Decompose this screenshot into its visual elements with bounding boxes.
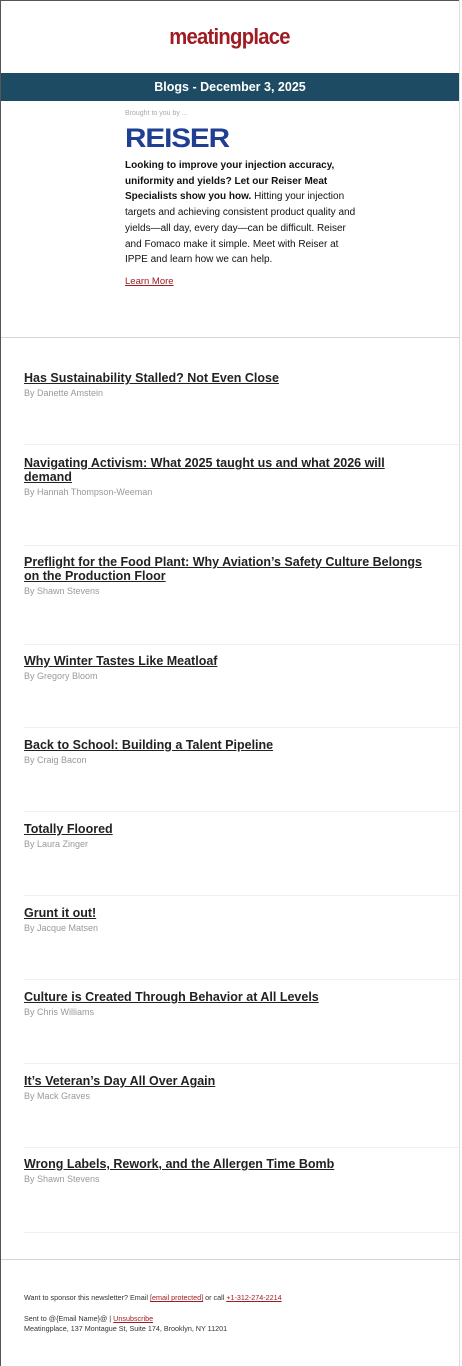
article-title-link[interactable]: Has Sustainability Stalled? Not Even Clo… — [24, 371, 434, 385]
article-author: By Chris Williams — [24, 1007, 95, 1017]
sponsor-copy: Looking to improve your injection accura… — [125, 158, 361, 268]
article-title-link[interactable]: Grunt it out! — [24, 906, 434, 920]
article-author: By Gregory Bloom — [24, 671, 98, 681]
sent-to-text: Sent to @{Email Name}@ | — [24, 1314, 114, 1323]
mailing-address: Meatingplace, 137 Montague St, Suite 174… — [24, 1324, 228, 1333]
article-title-link[interactable]: Wrong Labels, Rework, and the Allergen T… — [24, 1157, 434, 1171]
article-title-link[interactable]: Totally Floored — [24, 822, 434, 836]
sponsor-body: Hitting your injection targets and achie… — [125, 191, 356, 266]
sent-to-line: Sent to @{Email Name}@ | Unsubscribe — [24, 1314, 444, 1324]
sponsor-contact-line: Want to sponsor this newsletter? Email [… — [24, 1293, 444, 1303]
article-title-link[interactable]: Back to School: Building a Talent Pipeli… — [24, 738, 434, 752]
article-item: It’s Veteran’s Day All Over Again By Mac… — [24, 1074, 461, 1148]
article-item: Preflight for the Food Plant: Why Aviati… — [24, 555, 461, 645]
sponsor-email-link[interactable]: [email protected] — [150, 1293, 203, 1302]
article-item: Grunt it out! By Jacque Matsen — [24, 906, 461, 980]
article-author: By Shawn Stevens — [24, 1174, 100, 1184]
masthead: meatingplace — [1, 0, 459, 73]
article-author: By Jacque Matsen — [24, 923, 99, 933]
article-author: By Shawn Stevens — [24, 586, 100, 596]
reiser-logo[interactable]: REISER — [125, 126, 231, 150]
article-title-link[interactable]: Preflight for the Food Plant: Why Aviati… — [24, 555, 434, 583]
email-container: meatingplace Blogs - December 3, 2025 Br… — [0, 0, 461, 1366]
article-item: Wrong Labels, Rework, and the Allergen T… — [24, 1157, 461, 1233]
brought-to-you-label: Brought to you by ... — [125, 110, 188, 117]
article-author: By Danette Amstein — [24, 388, 104, 398]
article-author: By Hannah Thompson-Weeman — [24, 487, 153, 497]
footer: Want to sponsor this newsletter? Email [… — [24, 1293, 444, 1334]
article-title-link[interactable]: Why Winter Tastes Like Meatloaf — [24, 654, 434, 668]
footer-divider — [1, 1259, 459, 1260]
article-item: Navigating Activism: What 2025 taught us… — [24, 456, 461, 546]
article-author: By Craig Bacon — [24, 755, 87, 765]
article-author: By Laura Zinger — [24, 839, 89, 849]
article-item: Has Sustainability Stalled? Not Even Clo… — [24, 371, 461, 445]
phone-link[interactable]: +1-312-274-2214 — [226, 1293, 281, 1302]
article-item: Why Winter Tastes Like Meatloaf By Grego… — [24, 654, 461, 728]
call-text: or call — [203, 1293, 227, 1302]
learn-more-link[interactable]: Learn More — [125, 276, 174, 287]
article-author: By Mack Graves — [24, 1091, 91, 1101]
article-item: Culture is Created Through Behavior at A… — [24, 990, 461, 1064]
sponsor-prefix: Want to sponsor this newsletter? Email — [24, 1293, 150, 1302]
article-title-link[interactable]: Culture is Created Through Behavior at A… — [24, 990, 434, 1004]
unsubscribe-link[interactable]: Unsubscribe — [113, 1314, 153, 1323]
article-title-link[interactable]: It’s Veteran’s Day All Over Again — [24, 1074, 434, 1088]
article-item: Back to School: Building a Talent Pipeli… — [24, 738, 461, 812]
meatingplace-logo[interactable]: meatingplace — [170, 24, 291, 50]
article-title-link[interactable]: Navigating Activism: What 2025 taught us… — [24, 456, 434, 484]
date-banner: Blogs - December 3, 2025 — [1, 73, 459, 101]
article-item: Totally Floored By Laura Zinger — [24, 822, 461, 896]
sponsor-block: Brought to you by ... REISER Looking to … — [1, 101, 459, 338]
reiser-logo-text: REISER — [125, 126, 230, 150]
